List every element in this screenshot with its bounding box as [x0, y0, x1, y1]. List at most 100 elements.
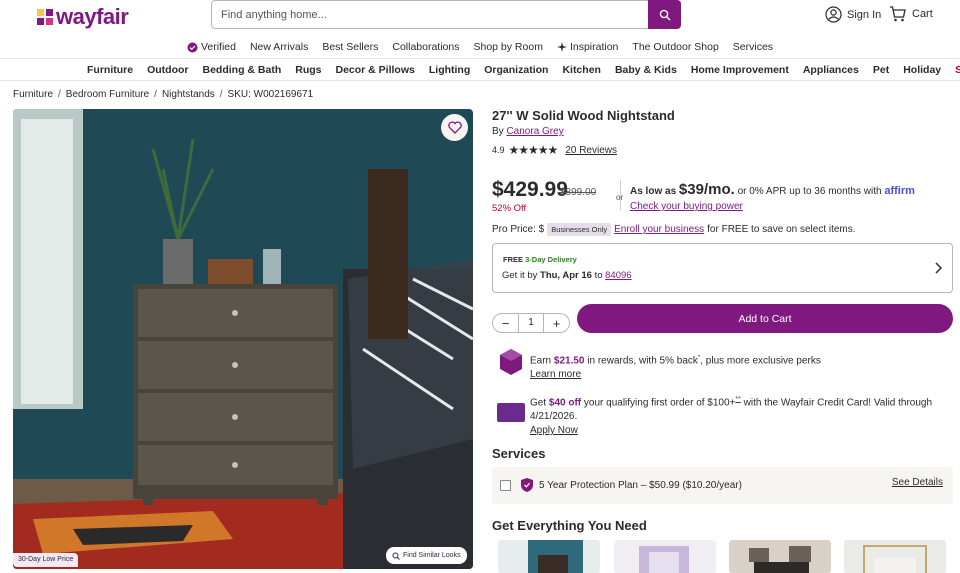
sparkle-icon	[556, 42, 567, 52]
breadcrumb: Furniture / Bedroom Furniture / Nightsta…	[13, 89, 313, 100]
search-bar	[211, 0, 681, 29]
nav-verified-label: Verified	[200, 41, 236, 53]
sign-in-label: Sign In	[847, 8, 882, 21]
decrease-quantity-button[interactable]: −	[493, 316, 518, 331]
credit-get: Get	[530, 397, 547, 409]
find-similar-button[interactable]: Find Similar Looks	[386, 547, 467, 564]
account-icon	[825, 6, 842, 23]
category-furniture[interactable]: Furniture	[80, 64, 140, 76]
category-holiday[interactable]: Holiday	[896, 64, 948, 76]
nav-collaborations[interactable]: Collaborations	[392, 38, 459, 56]
nav-shop-by-room[interactable]: Shop by Room	[473, 38, 542, 56]
zip-code-link[interactable]: 84096	[605, 270, 631, 281]
product-image[interactable]	[13, 109, 473, 569]
businesses-only-badge: Businesses Only	[547, 223, 612, 236]
nav-verified[interactable]: Verified	[187, 38, 236, 56]
quantity-value[interactable]: 1	[518, 314, 544, 332]
camera-search-icon	[392, 552, 400, 560]
delivery-date: Thu, Apr 16	[540, 270, 592, 281]
brand-prefix: By	[492, 126, 504, 137]
nav-services[interactable]: Services	[733, 38, 773, 56]
rewards-mid: in rewards, with 5% back	[587, 355, 698, 367]
breadcrumb-sku: SKU: W002169671	[227, 89, 314, 100]
related-product-image	[729, 540, 831, 573]
category-home-improvement[interactable]: Home Improvement	[684, 64, 796, 76]
credit-footnote[interactable]: **	[735, 396, 740, 403]
breadcrumb-separator: /	[58, 89, 61, 100]
related-product-image	[498, 540, 600, 573]
enroll-business-link[interactable]: Enroll your business	[614, 224, 704, 235]
discount-label: 52% Off	[492, 203, 527, 214]
shield-icon	[521, 478, 533, 492]
category-kitchen[interactable]: Kitchen	[555, 64, 608, 76]
financing-offer: As low as $39/mo. or 0% APR up to 36 mon…	[630, 181, 915, 198]
pro-price-label: Pro Price: $	[492, 224, 545, 235]
nightstand-photo	[13, 109, 473, 569]
category-organization[interactable]: Organization	[477, 64, 555, 76]
delivery-box[interactable]: FREE 3-Day Delivery Get it by Thu, Apr 1…	[492, 243, 953, 293]
nav-new-arrivals[interactable]: New Arrivals	[250, 38, 308, 56]
related-product-thumbnail[interactable]	[729, 540, 831, 573]
category-bedding-bath[interactable]: Bedding & Bath	[196, 64, 289, 76]
nav-outdoor-shop[interactable]: The Outdoor Shop	[632, 38, 718, 56]
buying-power-link[interactable]: Check your buying power	[630, 201, 743, 212]
cart-icon	[890, 6, 906, 22]
brand-link[interactable]: Canora Grey	[506, 126, 563, 137]
delivery-prefix: Get it by	[502, 270, 538, 281]
sale-price: $429.99	[492, 178, 568, 201]
rewards-icon	[500, 349, 522, 375]
quantity-stepper: − 1 +	[492, 313, 570, 333]
as-low-as-label: As low as	[630, 186, 677, 197]
credit-offer: Get $40 off your qualifying first order …	[530, 393, 950, 438]
delivery-speed: 3-Day Delivery	[525, 255, 577, 264]
monthly-price: $39/mo.	[678, 181, 735, 198]
protection-plan-checkbox[interactable]	[500, 480, 511, 491]
heart-icon	[447, 121, 462, 134]
wayfair-logo-icon	[37, 9, 53, 25]
related-product-thumbnail[interactable]	[614, 540, 716, 573]
breadcrumb-furniture[interactable]: Furniture	[13, 89, 53, 100]
increase-quantity-button[interactable]: +	[544, 316, 569, 331]
search-icon	[659, 9, 670, 20]
affirm-logo: affirm	[884, 185, 915, 197]
wayfair-logo[interactable]: wayfair	[36, 4, 129, 30]
category-outdoor[interactable]: Outdoor	[140, 64, 195, 76]
category-baby-kids[interactable]: Baby & Kids	[608, 64, 684, 76]
learn-more-link[interactable]: Learn more	[530, 369, 581, 380]
category-rugs[interactable]: Rugs	[288, 64, 328, 76]
sign-in-button[interactable]: Sign In	[825, 6, 881, 23]
breadcrumb-separator: /	[219, 89, 223, 100]
rating-value: 4.9	[492, 145, 505, 155]
category-appliances[interactable]: Appliances	[796, 64, 866, 76]
protection-plan-label: 5 Year Protection Plan – $50.99 ($10.20/…	[539, 480, 742, 491]
product-rating: 4.9 ★★★★★ 20 Reviews	[492, 143, 617, 157]
verified-icon	[187, 42, 198, 52]
nav-best-sellers[interactable]: Best Sellers	[322, 38, 378, 56]
breadcrumb-bedroom-furniture[interactable]: Bedroom Furniture	[66, 89, 149, 100]
credit-amount: $40 off	[548, 397, 582, 409]
credit-mid: your qualifying first order of $100+	[583, 397, 736, 409]
apply-now-link[interactable]: Apply Now	[530, 425, 578, 436]
primary-nav: Verified New Arrivals Best Sellers Colla…	[0, 38, 960, 56]
category-pet[interactable]: Pet	[866, 64, 896, 76]
see-details-link[interactable]: See Details	[892, 477, 943, 488]
nav-inspiration[interactable]: Inspiration	[556, 38, 618, 56]
product-title: 27'' W Solid Wood Nightstand	[492, 108, 675, 123]
related-product-thumbnail[interactable]	[498, 540, 600, 573]
category-decor-pillows[interactable]: Decor & Pillows	[329, 64, 422, 76]
find-similar-label: Find Similar Looks	[403, 552, 461, 559]
favorite-button[interactable]	[441, 114, 468, 141]
pro-price-row: Pro Price: $ Businesses Only Enroll your…	[492, 223, 856, 236]
search-button[interactable]	[648, 0, 681, 29]
reviews-link[interactable]: 20 Reviews	[565, 145, 617, 156]
search-input[interactable]	[212, 1, 648, 28]
related-product-thumbnail[interactable]	[844, 540, 946, 573]
category-sale[interactable]: Sale	[948, 64, 960, 76]
plan-rate: ($10.20/year)	[682, 480, 742, 491]
low-price-badge: 30-Day Low Price	[13, 553, 79, 567]
category-lighting[interactable]: Lighting	[422, 64, 477, 76]
cart-button[interactable]: Cart	[889, 6, 933, 22]
get-everything-heading: Get Everything You Need	[492, 518, 647, 533]
add-to-cart-button[interactable]: Add to Cart	[577, 304, 953, 333]
breadcrumb-nightstands[interactable]: Nightstands	[162, 89, 215, 100]
